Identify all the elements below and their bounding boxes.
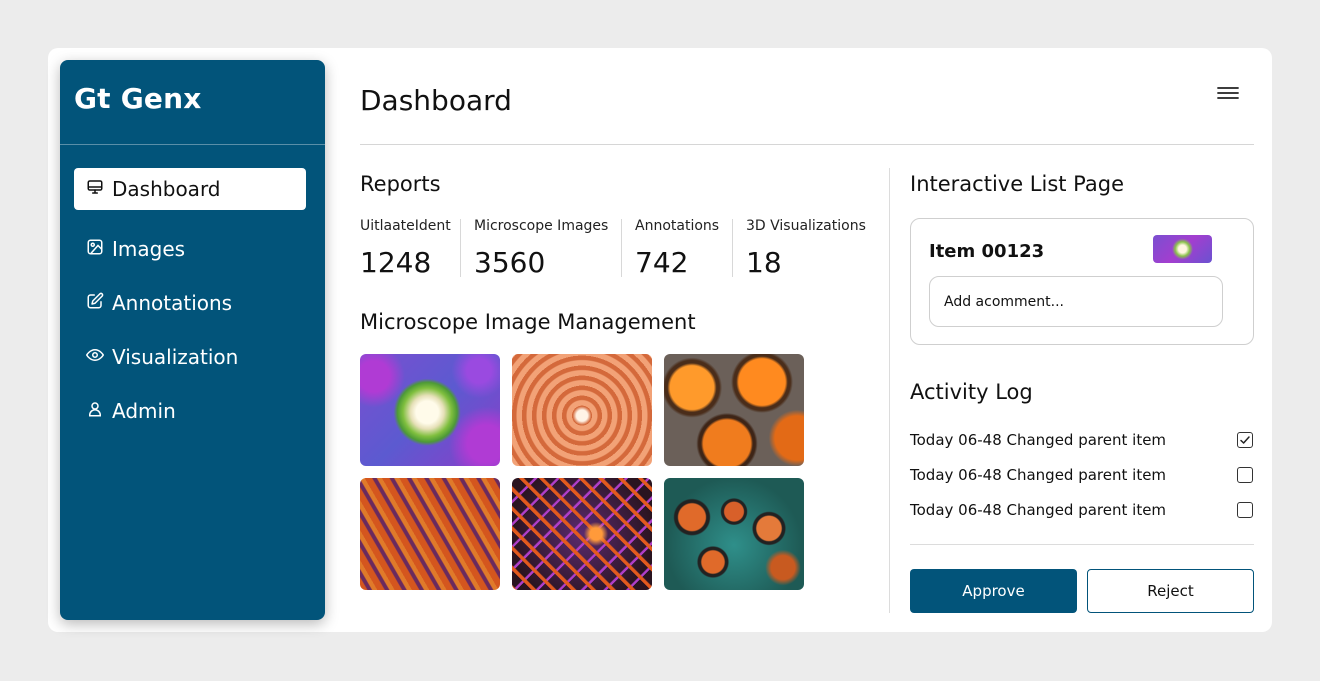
list-item-card: Item 00123 <box>910 218 1254 345</box>
sidebar-item-annotations[interactable]: Annotations <box>74 282 306 324</box>
list-page-title: Interactive List Page <box>910 172 1125 196</box>
sidebar-item-label: Images <box>112 237 186 261</box>
sidebar-item-dashboard[interactable]: Dashboard <box>74 168 306 210</box>
checkbox-checked[interactable] <box>1237 432 1253 448</box>
sidebar: Gt Genx Dashboard Images Annotations Vis… <box>60 60 325 620</box>
stat-microscope-images: Microscope Images 3560 <box>474 218 609 279</box>
check-icon <box>1240 436 1250 444</box>
activity-log-title: Activity Log <box>910 380 1033 404</box>
eye-icon <box>85 345 105 369</box>
sidebar-item-label: Annotations <box>112 291 233 315</box>
microscope-image-thumbnail[interactable] <box>512 478 652 590</box>
stat-uitlaateident: UitlaateIdent 1248 <box>360 218 451 279</box>
sidebar-item-label: Visualization <box>112 345 239 369</box>
microscope-image-thumbnail[interactable] <box>360 478 500 590</box>
activity-log-text: Today 06-48 Changed parent item <box>910 466 1167 484</box>
stat-label: Annotations <box>635 218 720 234</box>
sidebar-item-images[interactable]: Images <box>74 228 306 270</box>
activity-log-text: Today 06-48 Changed parent item <box>910 431 1167 449</box>
actions-divider <box>910 544 1254 545</box>
stat-label: UitlaateIdent <box>360 218 451 234</box>
activity-log-text: Today 06-48 Changed parent item <box>910 501 1167 519</box>
stat-value: 1248 <box>360 246 432 279</box>
stat-value: 3560 <box>474 246 546 279</box>
sidebar-item-label: Dashboard <box>112 177 221 201</box>
header-divider <box>360 144 1254 145</box>
stat-divider <box>732 219 733 277</box>
gallery-title: Microscope Image Management <box>360 310 696 334</box>
item-thumbnail[interactable] <box>1153 235 1212 263</box>
page-title: Dashboard <box>360 84 512 117</box>
item-title: Item 00123 <box>929 241 1045 262</box>
stat-annotations: Annotations 742 <box>635 218 720 279</box>
image-icon <box>86 237 104 261</box>
comment-input[interactable] <box>929 276 1223 327</box>
brand-logo: Gt Genx <box>74 82 202 115</box>
reject-button[interactable]: Reject <box>1087 569 1254 613</box>
sidebar-item-admin[interactable]: Admin <box>74 390 306 432</box>
sidebar-divider <box>60 144 325 145</box>
sidebar-item-visualization[interactable]: Visualization <box>74 336 306 378</box>
microscope-image-thumbnail[interactable] <box>664 478 804 590</box>
checkbox[interactable] <box>1237 467 1253 483</box>
activity-log-row: Today 06-48 Changed parent item <box>910 463 1254 487</box>
activity-log-row: Today 06-48 Changed parent item <box>910 428 1254 452</box>
hamburger-menu-icon[interactable] <box>1214 82 1242 104</box>
checkbox[interactable] <box>1237 502 1253 518</box>
approve-button[interactable]: Approve <box>910 569 1077 613</box>
user-icon <box>86 399 104 423</box>
microscope-image-thumbnail[interactable] <box>360 354 500 466</box>
monitor-icon <box>86 177 104 201</box>
activity-log-row: Today 06-48 Changed parent item <box>910 498 1254 522</box>
microscope-image-thumbnail[interactable] <box>664 354 804 466</box>
edit-icon <box>86 291 104 315</box>
reports-title: Reports <box>360 172 441 196</box>
column-divider <box>889 168 890 613</box>
stat-label: Microscope Images <box>474 218 609 234</box>
stat-3d-visualizations: 3D Visualizations 18 <box>746 218 866 279</box>
sidebar-item-label: Admin <box>112 399 176 423</box>
stat-divider <box>621 219 622 277</box>
stat-value: 18 <box>746 246 782 279</box>
stat-label: 3D Visualizations <box>746 218 866 234</box>
microscope-image-thumbnail[interactable] <box>512 354 652 466</box>
stat-divider <box>460 219 461 277</box>
stat-value: 742 <box>635 246 689 279</box>
